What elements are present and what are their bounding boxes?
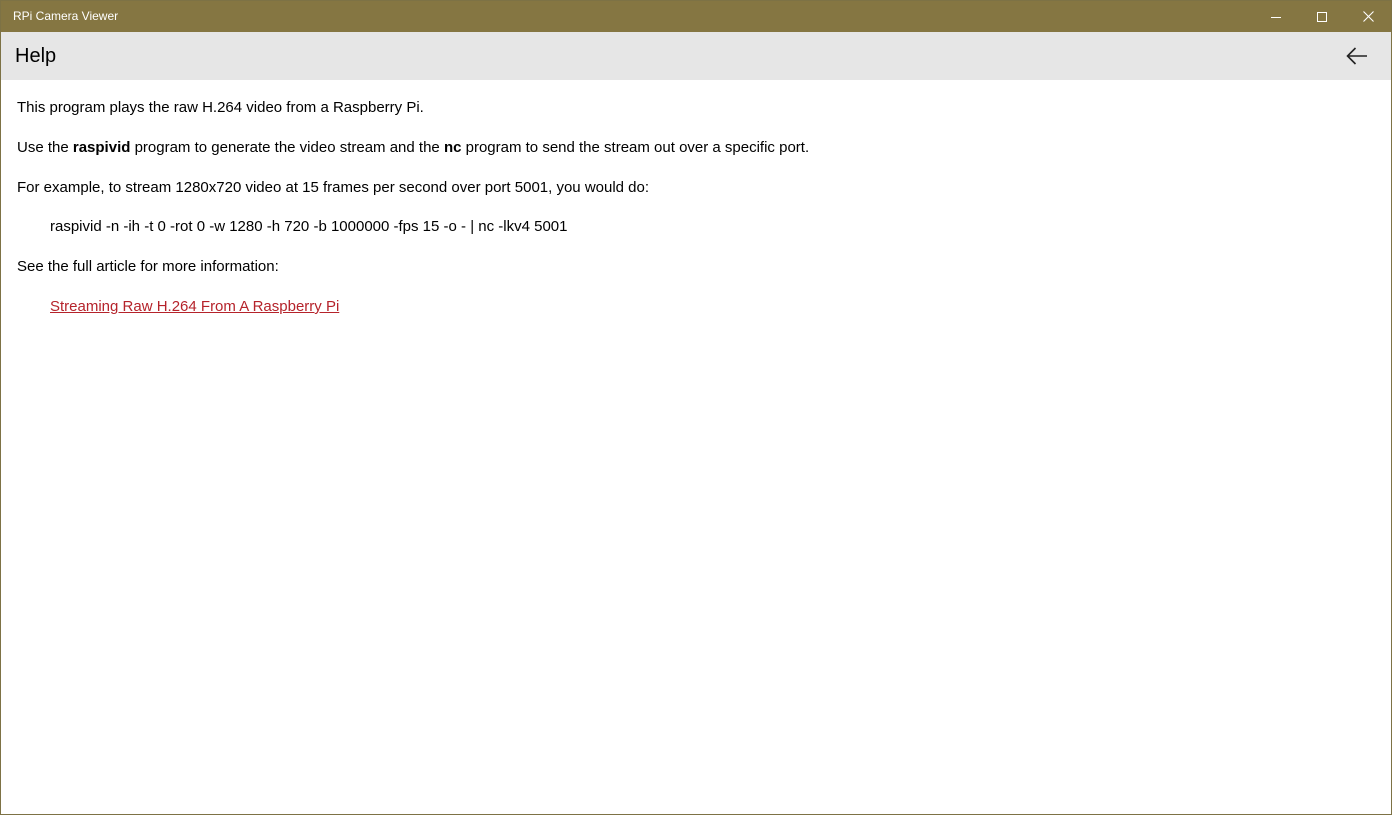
- close-icon: [1362, 11, 1374, 22]
- article-link-row: Streaming Raw H.264 From A Raspberry Pi: [50, 297, 339, 317]
- back-arrow-icon: [1346, 47, 1367, 65]
- usage-middle: program to generate the video stream and…: [130, 139, 444, 156]
- nc-label: nc: [443, 139, 462, 156]
- app-window: RPi Camera Viewer Help This program play…: [0, 0, 1392, 815]
- example-intro-text: For example, to stream 1280x720 video at…: [17, 179, 650, 196]
- raspivid-label: raspivid: [72, 139, 131, 156]
- page-header: Help: [1, 32, 1391, 80]
- intro-text: This program plays the raw H.264 video f…: [17, 99, 424, 116]
- page-title: Help: [15, 45, 57, 67]
- close-button[interactable]: [1345, 1, 1391, 32]
- maximize-icon: [1317, 11, 1327, 22]
- article-link[interactable]: Streaming Raw H.264 From A Raspberry Pi: [50, 298, 339, 315]
- usage-suffix: program to send the stream out over a sp…: [461, 139, 810, 156]
- example-command: raspivid -n -ih -t 0 -rot 0 -w 1280 -h 7…: [50, 218, 568, 235]
- usage-text: Use the raspivid program to generate the…: [17, 138, 809, 158]
- minimize-icon: [1271, 16, 1281, 18]
- title-bar[interactable]: RPi Camera Viewer: [1, 1, 1391, 32]
- window-title: RPi Camera Viewer: [13, 9, 119, 23]
- article-intro-text: See the full article for more informatio…: [17, 258, 279, 275]
- back-button[interactable]: [1335, 38, 1379, 74]
- usage-prefix: Use the: [17, 139, 73, 156]
- minimize-button[interactable]: [1253, 1, 1299, 32]
- maximize-button[interactable]: [1299, 1, 1345, 32]
